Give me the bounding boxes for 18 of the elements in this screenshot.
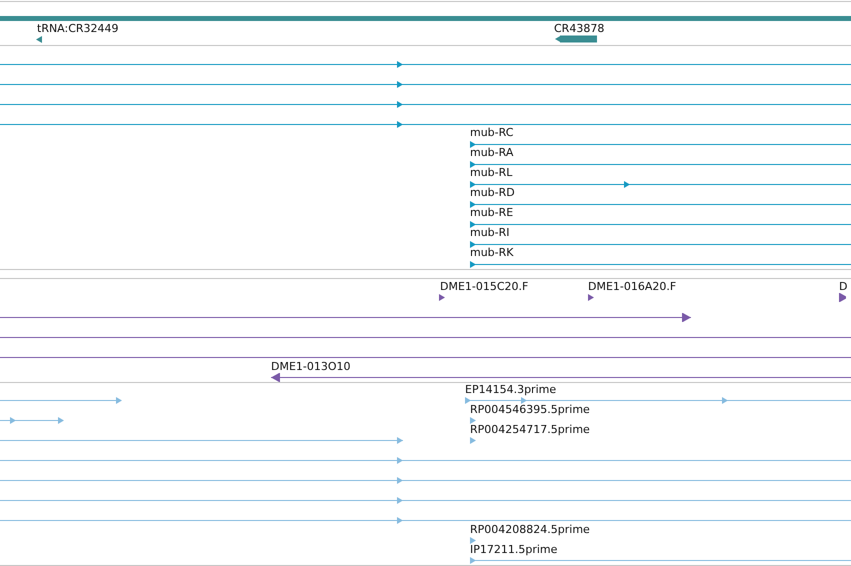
feature-label: RP004208824.5prime	[470, 523, 590, 537]
feature-label: EP14154.3prime	[465, 383, 556, 397]
feature-label: RP004546395.5prime	[470, 403, 590, 417]
feature-label: mub-RE	[470, 206, 514, 220]
feature-label: DME1-015C20.F	[440, 280, 528, 294]
feature-label: tRNA:CR32449	[37, 22, 119, 36]
feature-label: mub-RK	[470, 246, 514, 260]
feature-label: mub-RL	[470, 166, 512, 180]
feature-label: mub-RD	[470, 186, 515, 200]
feature-label: DME1-016A20.F	[588, 280, 676, 294]
feature-label: mub-RC	[470, 126, 514, 140]
feature-label: DME1-013O10	[271, 360, 351, 374]
feature-label: RP004254717.5prime	[470, 423, 590, 437]
feature-label: mub-RA	[470, 146, 514, 160]
feature-label: mub-RI	[470, 226, 510, 240]
feature-label: D	[839, 280, 848, 294]
feature-label: IP17211.5prime	[470, 543, 558, 557]
feature-label: CR43878	[554, 22, 604, 36]
